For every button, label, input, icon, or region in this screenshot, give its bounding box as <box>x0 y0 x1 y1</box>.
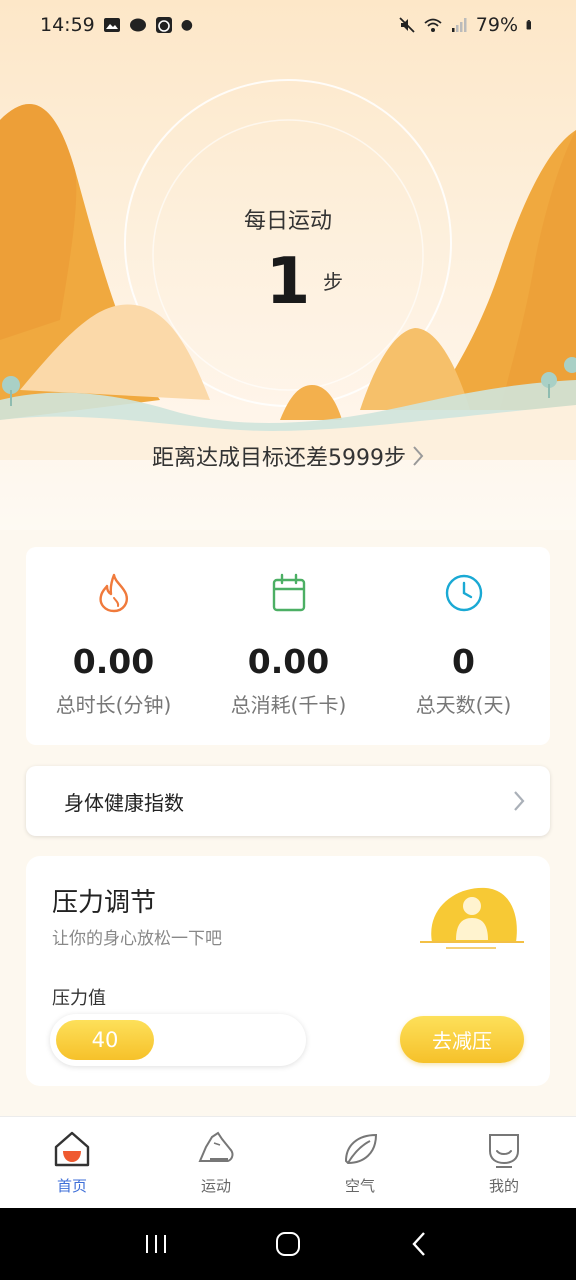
stat-label: 总消耗(千卡) <box>230 693 347 717</box>
stat-days: 0 总天数(天) <box>376 547 551 745</box>
stress-value-label: 压力值 <box>52 988 106 1009</box>
stat-value: 0.00 <box>72 642 155 681</box>
clock-icon <box>445 574 482 612</box>
stats-card: 0.00 总时长(分钟) 0.00 总消耗(千卡) 0 总天数(天) <box>26 547 550 745</box>
leaf-icon <box>344 1133 378 1165</box>
status-bar: 14:59 ● 79% <box>0 0 576 50</box>
hero-section: 14:59 ● 79% 每日运动 1 步 距离达成目标还差5999步 <box>0 0 576 530</box>
chevron-right-icon <box>514 791 525 811</box>
stress-level-fill: 40 <box>56 1020 154 1060</box>
reduce-stress-button[interactable]: 去减压 <box>400 1016 524 1063</box>
chat-icon <box>129 18 146 32</box>
tab-label: 我的 <box>488 1177 519 1195</box>
tab-exercise[interactable]: 运动 <box>144 1117 288 1208</box>
goal-remaining-link[interactable]: 距离达成目标还差5999步 <box>0 440 576 472</box>
stress-title: 压力调节 <box>52 888 157 918</box>
goal-remaining-text: 距离达成目标还差5999步 <box>152 446 406 471</box>
battery-icon <box>526 20 531 30</box>
calendar-icon <box>272 573 305 612</box>
wifi-icon <box>424 18 442 32</box>
signal-icon <box>451 18 467 32</box>
stat-duration: 0.00 总时长(分钟) <box>26 547 201 745</box>
status-time: 14:59 <box>40 14 95 36</box>
flame-icon <box>98 573 128 613</box>
health-index-card[interactable]: 身体健康指数 <box>26 766 550 836</box>
chevron-right-icon <box>413 446 424 466</box>
tab-label: 首页 <box>56 1177 87 1195</box>
stat-label: 总时长(分钟) <box>55 693 172 717</box>
stress-value: 40 <box>91 1028 119 1052</box>
gallery-icon <box>103 18 120 32</box>
stress-card: 压力调节 让你的身心放松一下吧 压力值 40 去减压 <box>26 856 550 1086</box>
daily-exercise-title: 每日运动 <box>243 209 332 234</box>
health-index-title: 身体健康指数 <box>64 790 184 815</box>
bottom-tab-bar: 首页 运动 空气 我的 <box>0 1116 576 1208</box>
step-count: 1 <box>265 245 311 319</box>
tab-profile[interactable]: 我的 <box>432 1117 576 1208</box>
home-button[interactable] <box>273 1229 303 1259</box>
meditation-illustration <box>420 887 524 949</box>
stress-subtitle: 让你的身心放松一下吧 <box>52 929 222 949</box>
tab-label: 空气 <box>344 1177 375 1195</box>
alarm-icon <box>155 17 172 33</box>
back-button[interactable] <box>405 1229 435 1259</box>
status-dot: ● <box>180 17 193 33</box>
stat-label: 总天数(天) <box>415 693 512 717</box>
recent-apps-button[interactable] <box>141 1229 171 1259</box>
stat-value: 0 <box>452 642 475 681</box>
mute-icon <box>399 17 415 33</box>
home-icon <box>54 1131 90 1167</box>
battery-percent: 79% <box>475 14 518 36</box>
stat-value: 0.00 <box>247 642 330 681</box>
tab-home[interactable]: 首页 <box>0 1117 144 1208</box>
stat-calories: 0.00 总消耗(千卡) <box>201 547 376 745</box>
step-unit: 步 <box>323 270 343 294</box>
sneaker-icon <box>198 1131 234 1162</box>
profile-icon <box>489 1134 519 1168</box>
tab-air[interactable]: 空气 <box>288 1117 432 1208</box>
tab-label: 运动 <box>200 1177 231 1195</box>
stress-level-bar: 40 <box>50 1014 306 1066</box>
system-nav-bar <box>0 1208 576 1280</box>
